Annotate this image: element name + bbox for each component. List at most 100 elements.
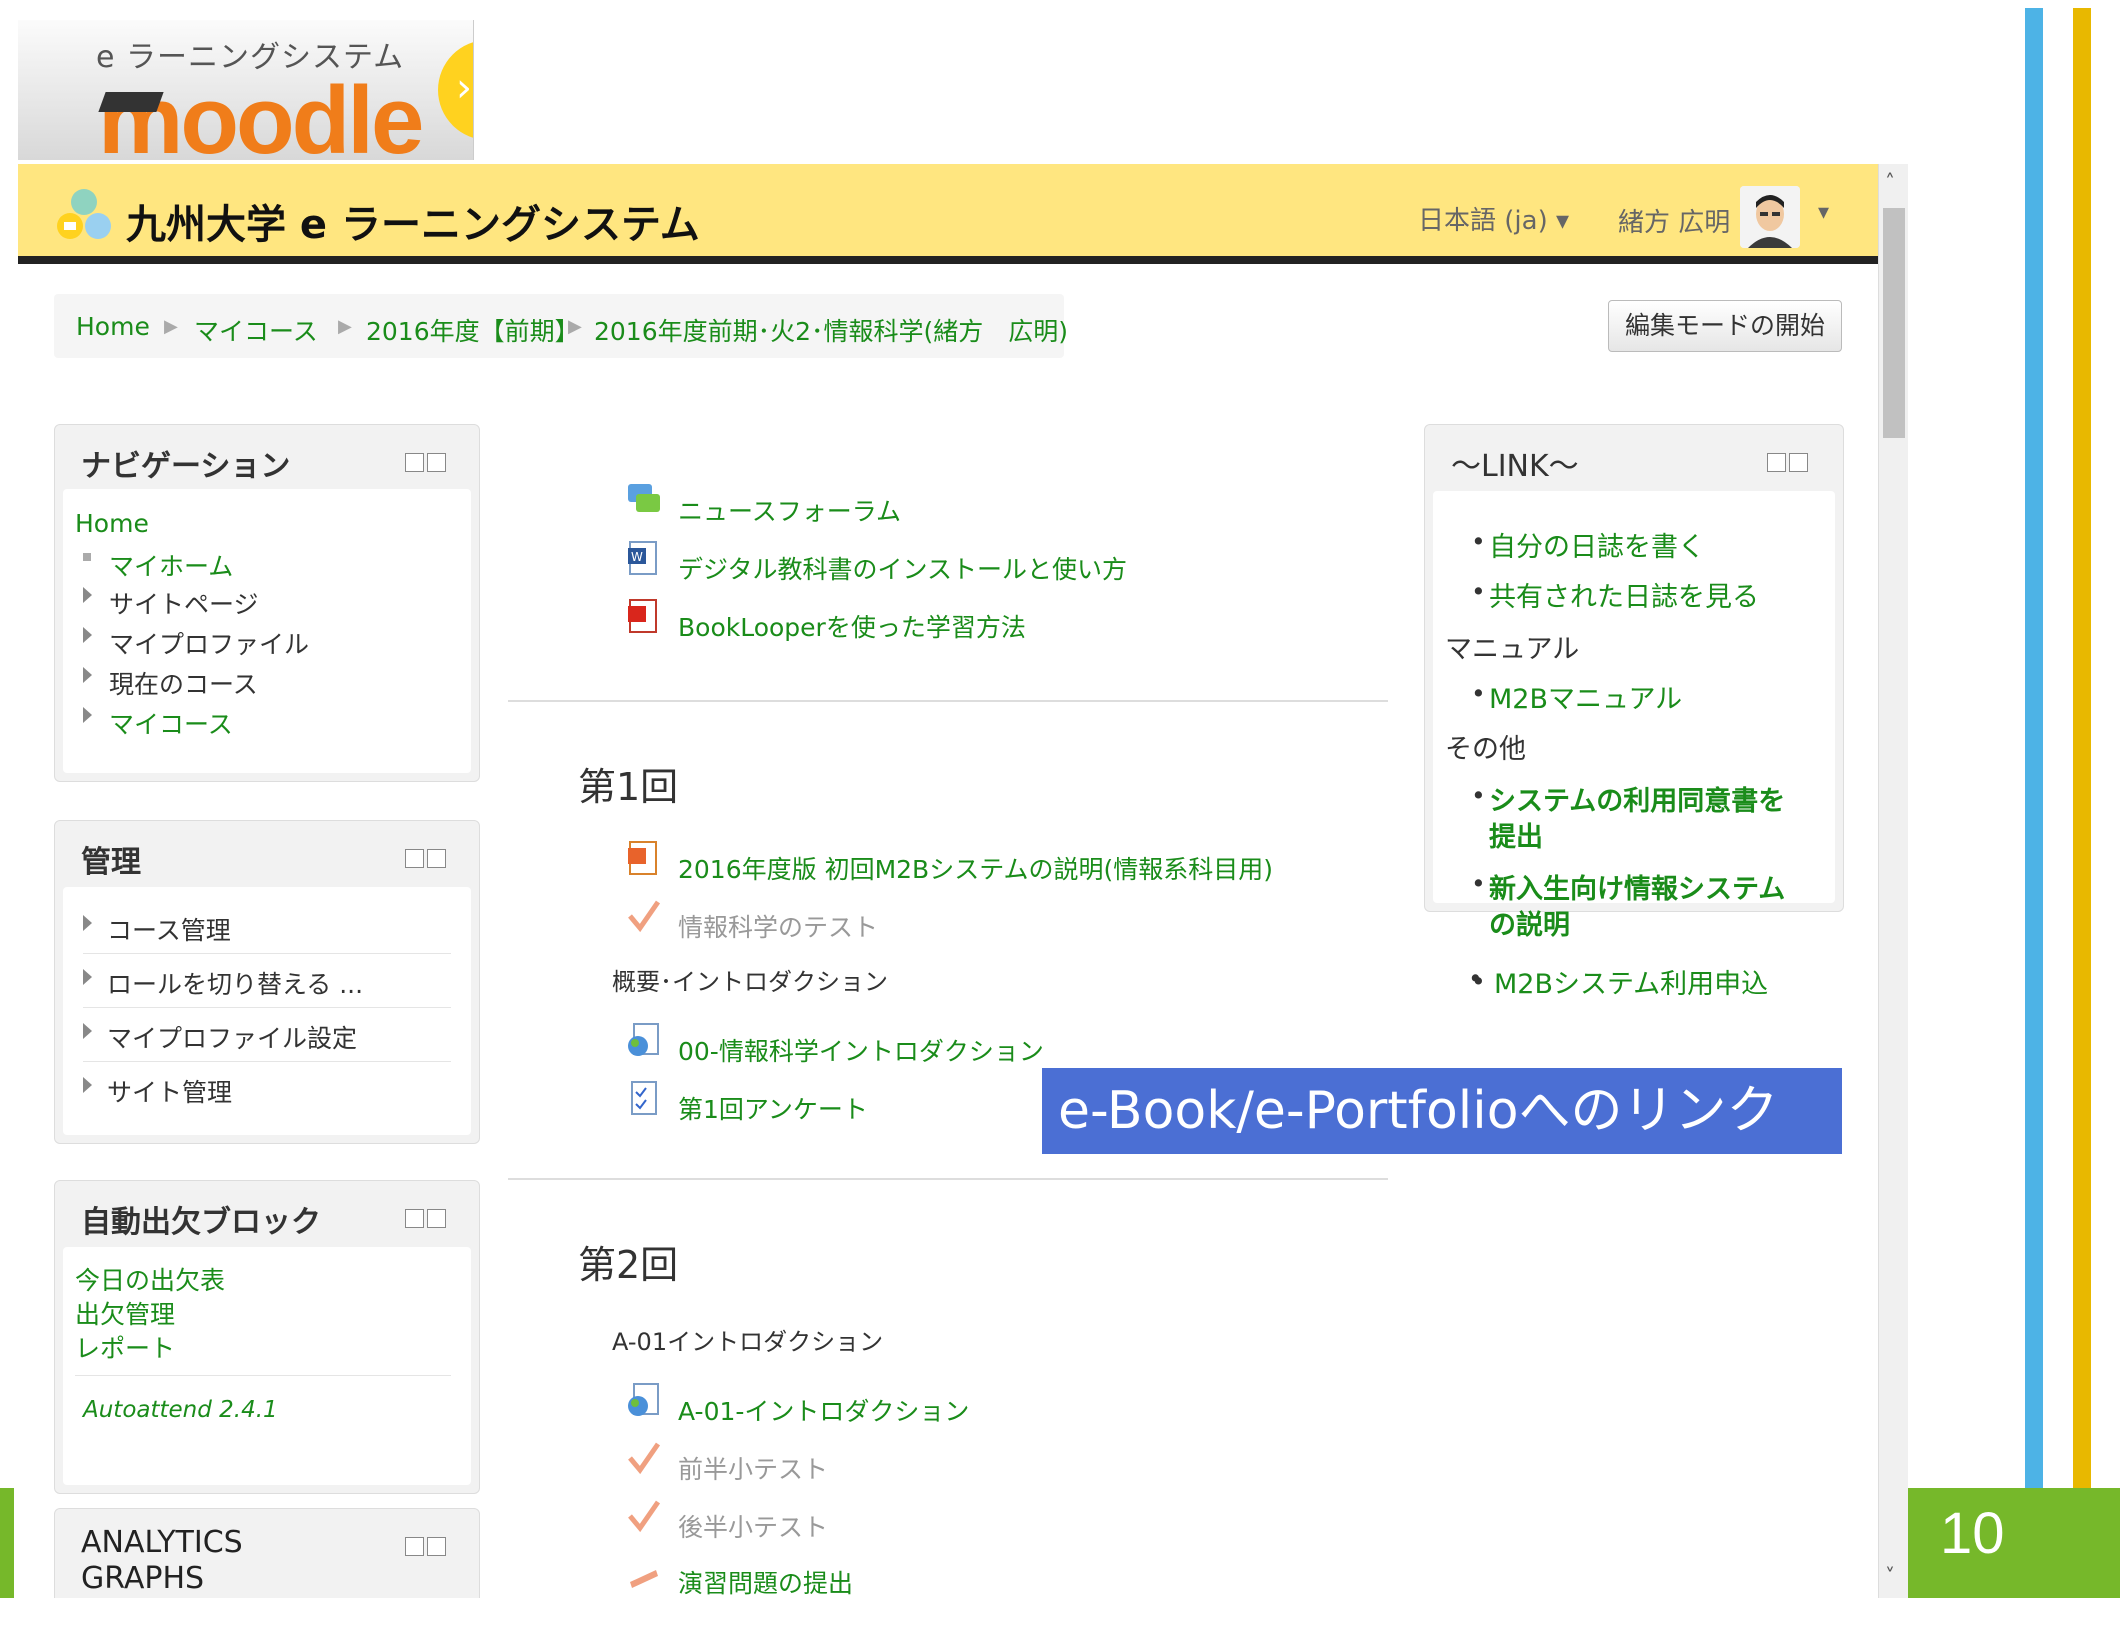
activity-survey-1[interactable]: 第1回アンケート xyxy=(678,1090,868,1126)
bullet-dot-icon: • xyxy=(1468,964,1483,993)
breadcrumb-my-courses[interactable]: マイコース xyxy=(194,312,318,348)
navigation-block: ナビゲーション Home マイホーム サイトページ マイプロファイル 現在のコー… xyxy=(54,424,480,782)
admin-switch-role[interactable]: ロールを切り替える ... xyxy=(107,965,363,1001)
dock-icon[interactable] xyxy=(1789,453,1808,472)
activity-booklooper[interactable]: BookLooperを使った学習方法 xyxy=(678,608,1026,644)
attendance-block-title: 自動出欠ブロック xyxy=(81,1205,321,1240)
edit-mode-button[interactable]: 編集モードの開始 xyxy=(1608,300,1842,352)
chevron-up-icon[interactable]: ˄ xyxy=(1885,170,1895,194)
divider xyxy=(83,953,451,954)
link-freshman-info[interactable]: 新入生向け情報システム xyxy=(1489,867,1785,906)
activity-second-half-quiz[interactable]: 後半小テスト xyxy=(678,1508,828,1544)
nav-my-home[interactable]: マイホーム xyxy=(109,547,233,583)
link-block-body: • 自分の日誌を書く • 共有された日誌を見る マニュアル • M2Bマニュアル… xyxy=(1433,491,1835,941)
activity-a01-intro[interactable]: A-01-イントロダクション xyxy=(678,1392,969,1428)
attendance-today[interactable]: 今日の出欠表 xyxy=(75,1261,225,1297)
expand-arrow-icon[interactable] xyxy=(83,1023,92,1039)
dock-icon[interactable] xyxy=(427,1537,446,1556)
moodle-logo: e ラーニングシステム moodle › xyxy=(18,20,474,160)
link-m2b-apply[interactable]: M2Bシステム利用申込 xyxy=(1494,962,1768,1001)
activity-m2b-intro[interactable]: 2016年度版 初回M2Bシステムの説明(情報系科目用) xyxy=(678,850,1273,886)
moodle-course-page: 九州大学 e ラーニングシステム 日本語 (ja) ▾ 緒方 広明 ▾ ˄ ˅ … xyxy=(18,164,1908,1598)
nav-my-profile[interactable]: マイプロファイル xyxy=(109,625,309,661)
attendance-report[interactable]: レポート xyxy=(75,1329,175,1365)
breadcrumb-home[interactable]: Home xyxy=(76,312,150,341)
autoattend-version[interactable]: Autoattend 2.4.1 xyxy=(83,1397,278,1423)
breadcrumb-course[interactable]: 2016年度前期･火2･情報科学(緒方 広明) xyxy=(594,312,1068,348)
block-controls xyxy=(1767,453,1808,473)
svg-text:W: W xyxy=(631,550,643,564)
expand-arrow-icon[interactable] xyxy=(83,707,92,723)
activity-first-half-quiz[interactable]: 前半小テスト xyxy=(678,1450,828,1486)
dock-icon[interactable] xyxy=(427,849,446,868)
language-selector[interactable]: 日本語 (ja) ▾ xyxy=(1418,200,1569,237)
other-heading: その他 xyxy=(1445,734,1526,765)
breadcrumb-term[interactable]: 2016年度【前期】 xyxy=(366,312,580,348)
dock-icon[interactable] xyxy=(427,1209,446,1228)
breadcrumb-separator-icon: ▶ xyxy=(164,316,178,337)
link-consent-form-line2[interactable]: 提出 xyxy=(1489,815,1543,854)
admin-profile-settings[interactable]: マイプロファイル設定 xyxy=(107,1019,357,1055)
slide-page-number: 10 xyxy=(1940,1501,2005,1566)
block-controls xyxy=(405,1537,446,1557)
block-controls xyxy=(405,1209,446,1229)
caret-down-icon[interactable]: ▾ xyxy=(1818,200,1829,225)
breadcrumb-separator-icon: ▶ xyxy=(338,316,352,337)
admin-course-admin[interactable]: コース管理 xyxy=(107,911,231,947)
url-globe-icon xyxy=(628,1023,659,1056)
expand-arrow-icon[interactable] xyxy=(83,587,92,603)
activity-info-science-test[interactable]: 情報科学のテスト xyxy=(678,908,878,944)
expand-arrow-icon[interactable] xyxy=(83,667,92,683)
powerpoint-icon xyxy=(628,841,657,875)
attendance-manage[interactable]: 出欠管理 xyxy=(75,1295,175,1331)
admin-site-admin[interactable]: サイト管理 xyxy=(107,1073,232,1109)
administration-block: 管理 コース管理 ロールを切り替える ... マイプロファイル設定 サイト管理 xyxy=(54,820,480,1144)
quiz-check-icon xyxy=(628,1500,661,1533)
nav-site-pages[interactable]: サイトページ xyxy=(109,585,259,621)
link-m2b-manual[interactable]: M2Bマニュアル xyxy=(1489,677,1682,716)
word-document-icon: W xyxy=(628,541,657,575)
link-freshman-info-line2[interactable]: の説明 xyxy=(1489,903,1570,942)
activity-news-forum[interactable]: ニュースフォーラム xyxy=(678,492,901,528)
language-label: 日本語 (ja) xyxy=(1418,206,1548,236)
link-shared-journal[interactable]: 共有された日誌を見る xyxy=(1489,575,1759,614)
link-consent-form[interactable]: システムの利用同意書を xyxy=(1489,779,1785,818)
section-divider xyxy=(508,700,1388,702)
block-controls xyxy=(405,849,446,869)
collapse-icon[interactable] xyxy=(405,1209,424,1228)
collapse-icon[interactable] xyxy=(405,849,424,868)
user-menu-name[interactable]: 緒方 広明 xyxy=(1618,202,1730,239)
assignment-icon xyxy=(630,1570,658,1588)
activity-digital-textbook[interactable]: デジタル教科書のインストールと使い方 xyxy=(678,550,1127,586)
bullet-dot-icon: • xyxy=(1471,679,1486,708)
attendance-block: 自動出欠ブロック 今日の出欠表 出欠管理 レポート Autoattend 2.4… xyxy=(54,1180,480,1494)
dock-icon[interactable] xyxy=(427,453,446,472)
activity-exercise-submit[interactable]: 演習問題の提出 xyxy=(678,1564,853,1598)
collapse-icon[interactable] xyxy=(1767,453,1786,472)
expand-arrow-icon[interactable] xyxy=(83,969,92,985)
expand-arrow-icon[interactable] xyxy=(83,627,92,643)
collapse-icon[interactable] xyxy=(405,1537,424,1556)
slide-accent-bar-gold xyxy=(2073,8,2091,1598)
link-block: ～LINK～ • 自分の日誌を書く • 共有された日誌を見る マニュアル • M… xyxy=(1424,424,1844,996)
collapse-icon[interactable] xyxy=(405,453,424,472)
link-write-journal[interactable]: 自分の日誌を書く xyxy=(1489,525,1705,564)
avatar[interactable] xyxy=(1740,186,1800,248)
expand-arrow-icon[interactable] xyxy=(83,1077,92,1093)
ebook-portfolio-callout: e-Book/e-Portfolioへのリンク xyxy=(1042,1068,1842,1154)
slide-footer-bar-left xyxy=(0,1488,14,1598)
page-scrollbar[interactable]: ˄ ˅ xyxy=(1878,164,1908,1598)
nav-current-course[interactable]: 現在のコース xyxy=(109,665,258,701)
logo-wordmark: moodle xyxy=(98,67,424,160)
expand-arrow-icon[interactable] xyxy=(83,915,92,931)
bullet-dot-icon: • xyxy=(1471,781,1486,810)
link-block-title: ～LINK～ xyxy=(1451,449,1579,484)
site-title[interactable]: 九州大学 e ラーニングシステム xyxy=(126,192,700,250)
bullet-dot-icon: • xyxy=(1471,527,1486,556)
nav-home[interactable]: Home xyxy=(75,509,149,538)
nav-my-courses[interactable]: マイコース xyxy=(109,705,233,741)
activity-intro-00[interactable]: 00-情報科学イントロダクション xyxy=(678,1032,1044,1068)
scrollbar-thumb[interactable] xyxy=(1883,208,1905,438)
university-emblem-icon xyxy=(57,189,111,239)
chevron-down-icon[interactable]: ˅ xyxy=(1885,1564,1895,1588)
